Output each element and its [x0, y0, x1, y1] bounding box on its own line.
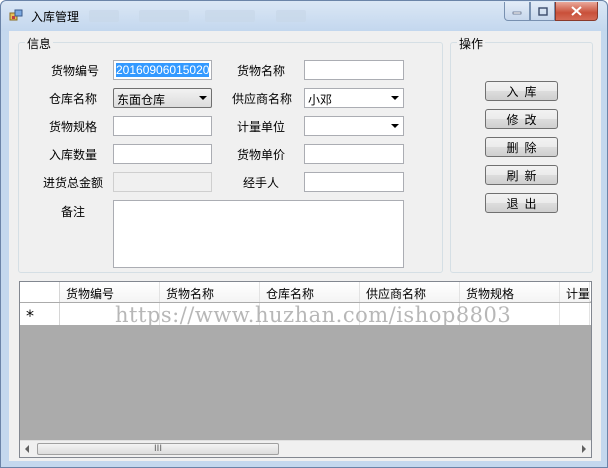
title-ghost-text — [205, 10, 255, 22]
goods-name-label: 货物名称 — [237, 64, 286, 78]
handler-field[interactable] — [304, 172, 404, 192]
window-title: 入库管理 — [31, 10, 80, 24]
grid-cell[interactable] — [560, 303, 590, 325]
goods-no-field[interactable]: 20160906015020 — [113, 60, 212, 80]
chevron-down-icon — [391, 96, 399, 100]
refresh-button[interactable]: 刷新 — [485, 165, 558, 185]
warehouse-select[interactable]: 东面仓库 — [113, 88, 212, 108]
goods-no-label: 货物编号 — [51, 64, 100, 78]
goods-name-field[interactable] — [304, 60, 404, 80]
info-group-legend: 信息 — [25, 35, 54, 52]
maximize-icon — [537, 6, 548, 16]
column-header[interactable]: 仓库名称 — [260, 282, 360, 302]
stock-in-button[interactable]: 入库 — [485, 81, 558, 101]
column-header[interactable]: 供应商名称 — [360, 282, 460, 302]
ops-groupbox: 操作 — [450, 35, 593, 273]
supplier-select[interactable]: 小邓 — [304, 88, 404, 108]
total-amount-label: 进货总金额 — [43, 176, 104, 190]
spec-field[interactable] — [113, 116, 212, 136]
close-icon — [571, 6, 582, 16]
quantity-label: 入库数量 — [49, 148, 98, 162]
column-header[interactable]: 货物名称 — [160, 282, 260, 302]
remark-textarea[interactable] — [113, 200, 404, 268]
app-window: 入库管理 信息 货物编号 20160906015020 货物名称 仓库名称 东面 — [0, 0, 608, 468]
scrollbar-thumb[interactable]: III — [37, 443, 279, 455]
app-window-icon — [9, 9, 23, 21]
stock-in-grid[interactable]: 货物编号 货物名称 仓库名称 供应商名称 货物规格 计量 * https://w… — [19, 281, 592, 458]
title-ghost-text — [89, 10, 119, 22]
scroll-thumb-grip: III — [154, 444, 162, 454]
unit-price-label: 货物单价 — [237, 148, 286, 162]
modify-button[interactable]: 修改 — [485, 109, 558, 129]
maximize-button[interactable] — [530, 2, 555, 21]
scroll-left-icon[interactable] — [25, 445, 29, 453]
unit-price-field[interactable] — [304, 144, 404, 164]
horizontal-scrollbar[interactable]: III — [20, 440, 591, 457]
supplier-value: 小邓 — [308, 93, 333, 107]
title-ghost-text — [276, 10, 306, 22]
delete-button[interactable]: 删除 — [485, 137, 558, 157]
unit-select[interactable] — [304, 116, 404, 136]
chevron-down-icon — [199, 96, 207, 100]
column-header[interactable]: 货物编号 — [60, 282, 160, 302]
minimize-button[interactable] — [504, 2, 530, 21]
title-ghost-text — [139, 10, 189, 22]
exit-button[interactable]: 退出 — [485, 193, 558, 213]
column-header[interactable]: 货物规格 — [460, 282, 560, 302]
warehouse-value: 东面仓库 — [117, 93, 166, 107]
watermark-text: https://www.huzhan.com/ishop8803 — [115, 303, 512, 327]
ops-group-legend: 操作 — [457, 35, 486, 52]
close-button[interactable] — [555, 2, 598, 21]
column-header[interactable]: 计量 — [560, 282, 590, 302]
total-amount-field — [113, 172, 212, 192]
warehouse-label: 仓库名称 — [49, 92, 98, 106]
client-area: 信息 货物编号 20160906015020 货物名称 仓库名称 东面仓库 供应… — [9, 31, 601, 461]
spec-label: 货物规格 — [49, 120, 98, 134]
supplier-label: 供应商名称 — [232, 92, 293, 106]
goods-no-value: 20160906015020 — [116, 63, 210, 77]
grid-header-row: 货物编号 货物名称 仓库名称 供应商名称 货物规格 计量 — [20, 282, 591, 302]
title-bar[interactable]: 入库管理 — [1, 1, 607, 31]
grid-corner-cell[interactable] — [20, 282, 60, 302]
chevron-down-icon — [391, 124, 399, 128]
unit-label: 计量单位 — [237, 120, 286, 134]
new-row-marker: * — [20, 303, 60, 325]
quantity-field[interactable] — [113, 144, 212, 164]
scroll-right-icon[interactable] — [582, 445, 586, 453]
handler-label: 经手人 — [243, 176, 280, 190]
remark-label: 备注 — [61, 205, 86, 219]
minimize-icon — [512, 11, 522, 15]
